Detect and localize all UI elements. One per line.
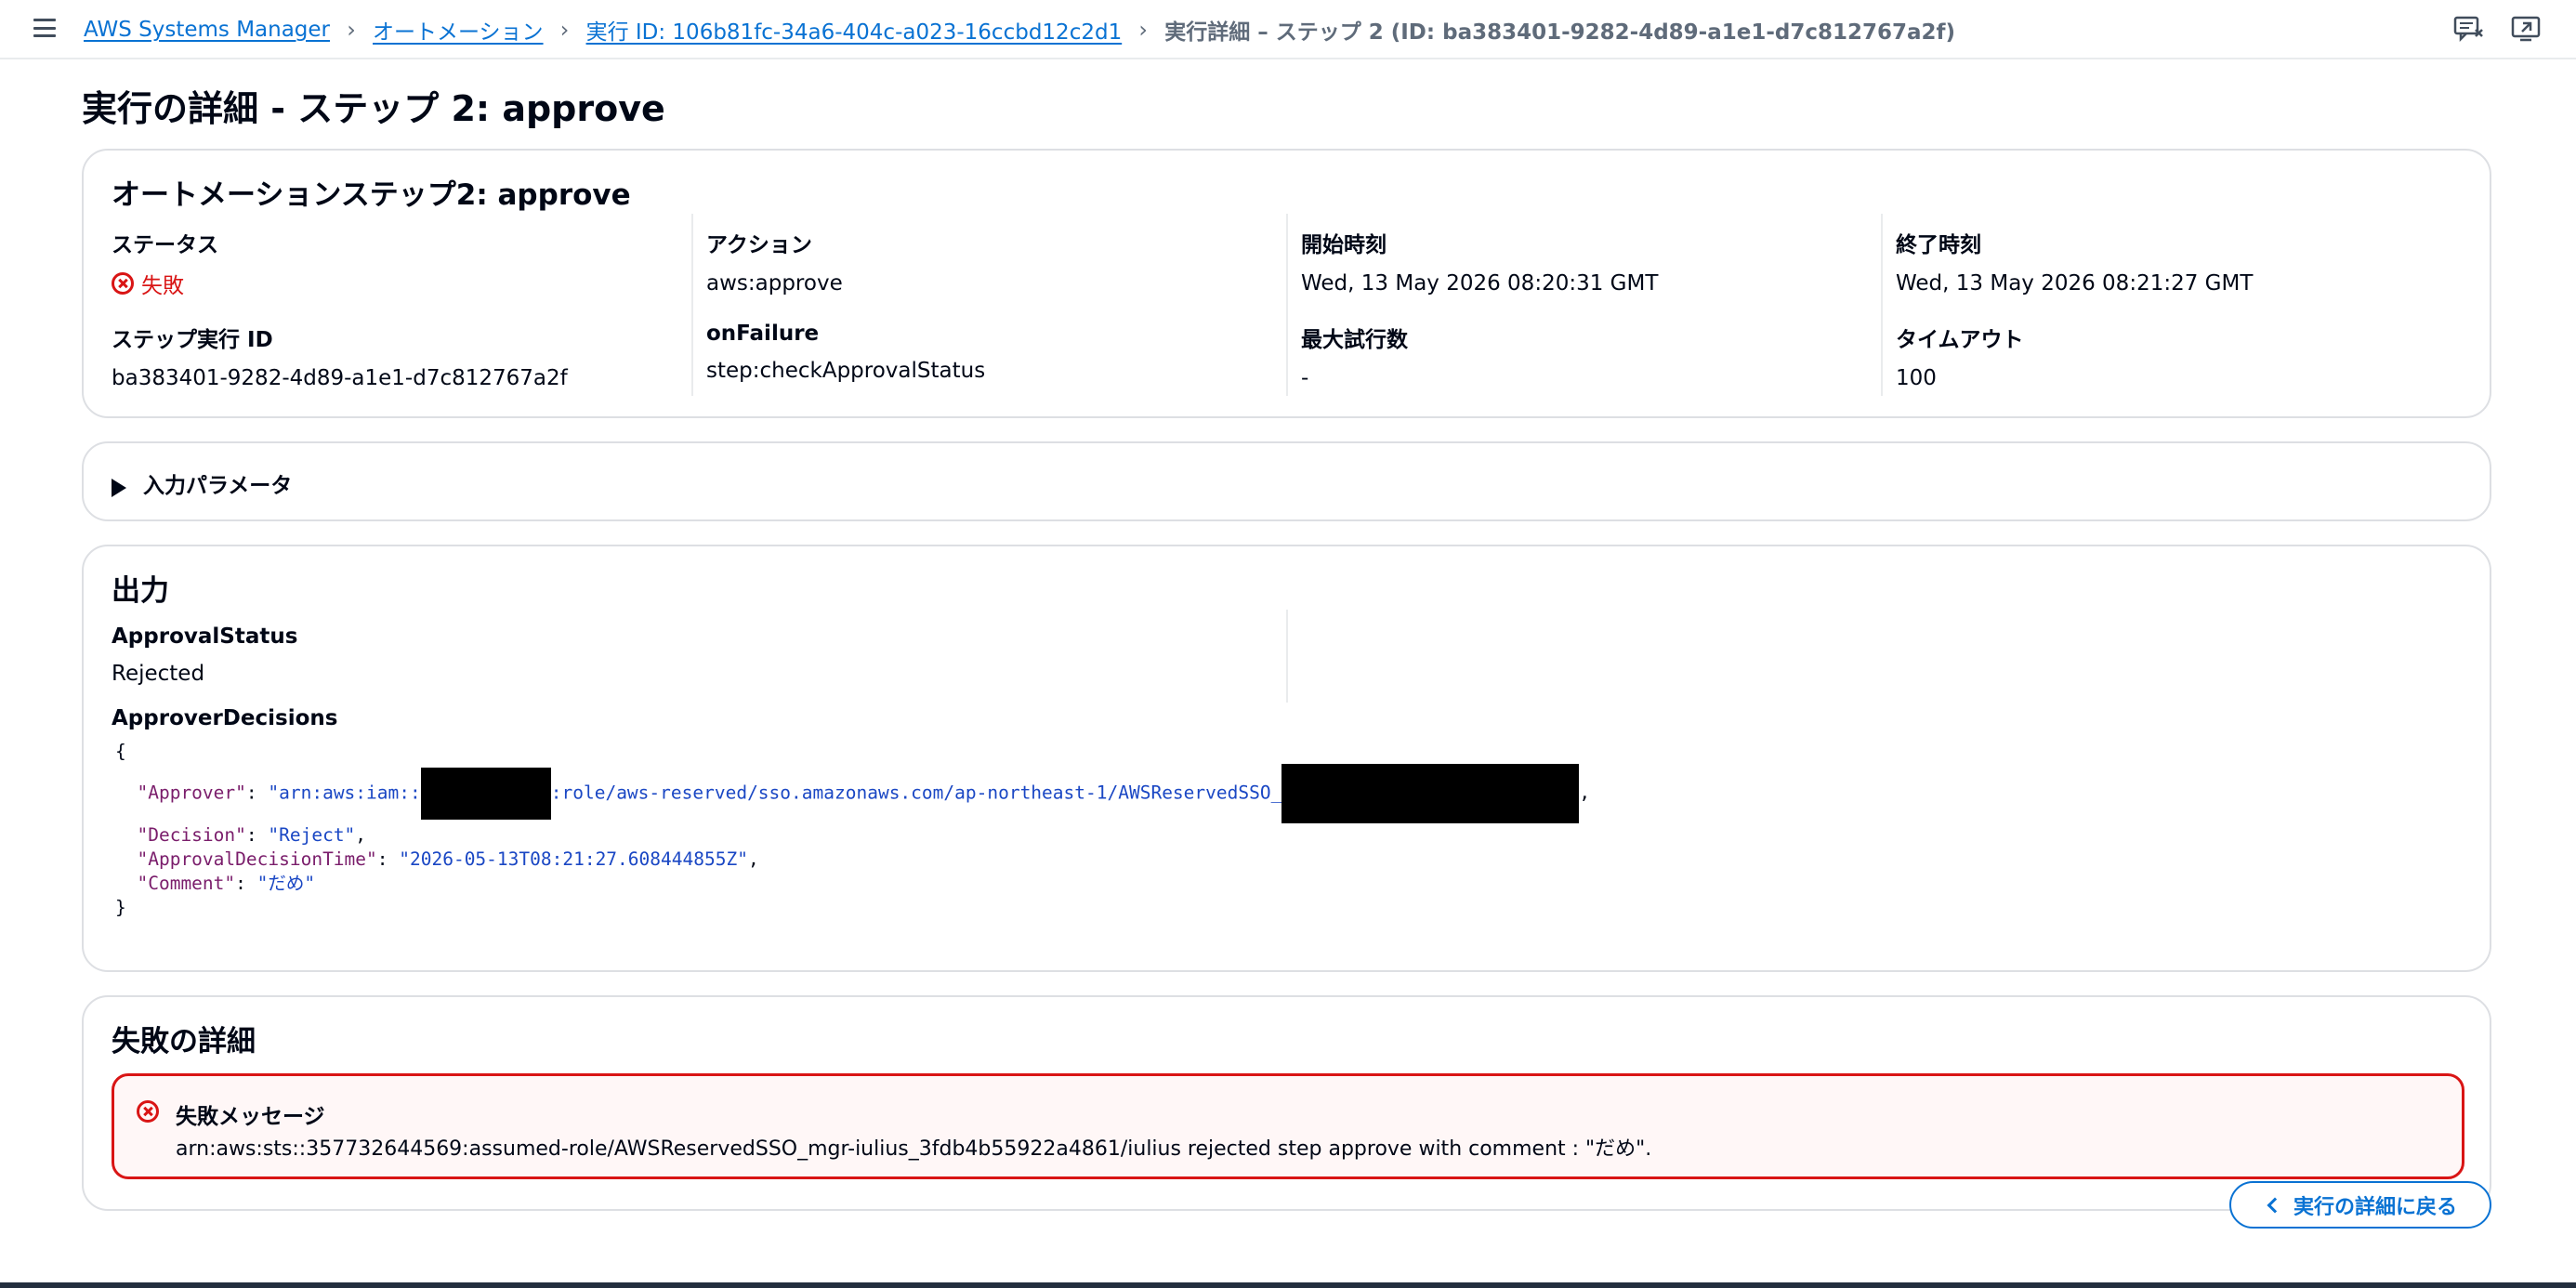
display-preferences-icon[interactable] [2511, 15, 2543, 43]
output-card: 出力 ApprovalStatus Rejected ApproverDecis… [82, 545, 2491, 972]
end-time-value: Wed, 13 May 2026 08:21:27 GMT [1896, 271, 2254, 296]
end-time-field: 終了時刻 Wed, 13 May 2026 08:21:27 GMT [1896, 227, 2253, 296]
onfailure-field: onFailure step:checkApprovalStatus [706, 322, 985, 383]
step-execution-id-field: ステップ実行 ID ba383401-9282-4d89-a1e1-d7c812… [112, 322, 568, 390]
json-value-approval-decision-time: "2026-05-13T08:21:27.608444855Z" [399, 848, 748, 870]
top-navigation-bar: AWS Systems Manager › オートメーション › 実行 ID: … [0, 0, 2576, 59]
approver-decisions-json: { "Approver": "arn:aws:iam:::role/aws-re… [115, 741, 1591, 918]
breadcrumb-automation[interactable]: オートメーション [373, 14, 544, 46]
status-field: ステータス 失敗 [112, 227, 218, 299]
onfailure-value: step:checkApprovalStatus [706, 359, 986, 383]
step-execution-id-value: ba383401-9282-4d89-a1e1-d7c812767a2f [112, 366, 568, 390]
input-parameters-label: 入力パラメータ [143, 474, 293, 498]
step-summary-card: オートメーションステップ2: approve ステータス 失敗 アクション aw… [82, 149, 2491, 418]
failure-message-text: arn:aws:sts::357732644569:assumed-role/A… [176, 1137, 1652, 1161]
json-open-brace: { [115, 741, 126, 762]
json-value-approver-prefix: "arn:aws:iam:: [268, 782, 421, 804]
chevron-right-icon: › [347, 17, 356, 43]
json-close-brace: } [115, 897, 126, 918]
approval-status-value: Rejected [112, 662, 205, 686]
action-field: アクション aws:approve [706, 227, 843, 296]
max-attempts-label: 最大試行数 [1301, 328, 1408, 352]
breadcrumb-systems-manager[interactable]: AWS Systems Manager [84, 18, 330, 42]
approver-decisions-label: ApproverDecisions [112, 706, 338, 730]
step-summary-title: オートメーションステップ2: approve [112, 178, 631, 212]
back-button-label: 実行の詳細に戻る [2293, 1194, 2457, 1218]
failure-alert: 失敗メッセージ arn:aws:sts::357732644569:assume… [112, 1073, 2464, 1179]
json-value-comment: "だめ" [256, 873, 316, 894]
approver-decisions-field: ApproverDecisions [112, 706, 337, 730]
breadcrumb-execution-id[interactable]: 実行 ID: 106b81fc-34a6-404c-a023-16ccbd12c… [586, 14, 1123, 46]
json-key-decision: "Decision" [137, 824, 246, 846]
failure-details-title: 失敗の詳細 [112, 1025, 256, 1058]
max-attempts-value: - [1301, 366, 1309, 390]
approval-status-field: ApprovalStatus Rejected [112, 624, 297, 686]
status-badge: 失敗 [112, 268, 218, 299]
input-parameters-header[interactable]: 入力パラメータ [112, 467, 292, 499]
column-divider [1286, 214, 1288, 396]
breadcrumb: AWS Systems Manager › オートメーション › 実行 ID: … [84, 13, 1955, 46]
failure-message-title: 失敗メッセージ [176, 1105, 325, 1129]
chevron-left-icon [2267, 1197, 2283, 1213]
hamburger-menu-icon[interactable] [32, 15, 58, 41]
column-divider [1286, 610, 1288, 703]
chevron-right-icon: › [1138, 17, 1148, 43]
end-time-label: 終了時刻 [1896, 233, 1981, 257]
input-parameters-expander[interactable]: 入力パラメータ [82, 441, 2491, 521]
failure-details-card: 失敗の詳細 失敗メッセージ arn:aws:sts::357732644569:… [82, 995, 2491, 1211]
timeout-value: 100 [1896, 366, 1937, 390]
timeout-label: タイムアウト [1896, 328, 2024, 352]
start-time-field: 開始時刻 Wed, 13 May 2026 08:20:31 GMT [1301, 227, 1658, 296]
json-value-decision: "Reject" [268, 824, 356, 846]
redacted-role-suffix [1281, 764, 1580, 823]
column-divider [691, 214, 693, 396]
json-key-approver: "Approver" [137, 782, 246, 804]
timeout-field: タイムアウト 100 [1896, 322, 2024, 390]
json-value-approver-role: :role/aws-reserved/sso.amazonaws.com/ap-… [550, 782, 1282, 804]
approval-status-label: ApprovalStatus [112, 624, 298, 649]
start-time-value: Wed, 13 May 2026 08:20:31 GMT [1301, 271, 1659, 296]
status-error-icon [112, 272, 134, 295]
action-label: アクション [706, 233, 812, 257]
status-value: 失敗 [141, 274, 184, 298]
bottom-edge-bar [0, 1282, 2576, 1288]
json-key-comment: "Comment" [137, 873, 236, 894]
json-key-approval-decision-time: "ApprovalDecisionTime" [137, 848, 377, 870]
chevron-right-icon: › [559, 17, 570, 43]
step-execution-id-label: ステップ実行 ID [112, 328, 273, 352]
page-title: 実行の詳細 - ステップ 2: approve [82, 88, 665, 129]
column-divider [1881, 214, 1883, 396]
caret-right-icon [112, 479, 126, 497]
breadcrumb-current-step: 実行詳細 – ステップ 2 (ID: ba383401-9282-4d89-a1… [1164, 20, 1956, 45]
error-icon [137, 1100, 159, 1123]
max-attempts-field: 最大試行数 - [1301, 322, 1408, 390]
onfailure-label: onFailure [706, 322, 820, 346]
back-to-execution-details-button[interactable]: 実行の詳細に戻る [2229, 1181, 2491, 1229]
action-value: aws:approve [706, 271, 843, 296]
output-title: 出力 [112, 574, 169, 608]
status-label: ステータス [112, 233, 218, 257]
start-time-label: 開始時刻 [1301, 233, 1387, 257]
redacted-account-id [420, 768, 551, 820]
feedback-icon[interactable] [2453, 15, 2485, 43]
